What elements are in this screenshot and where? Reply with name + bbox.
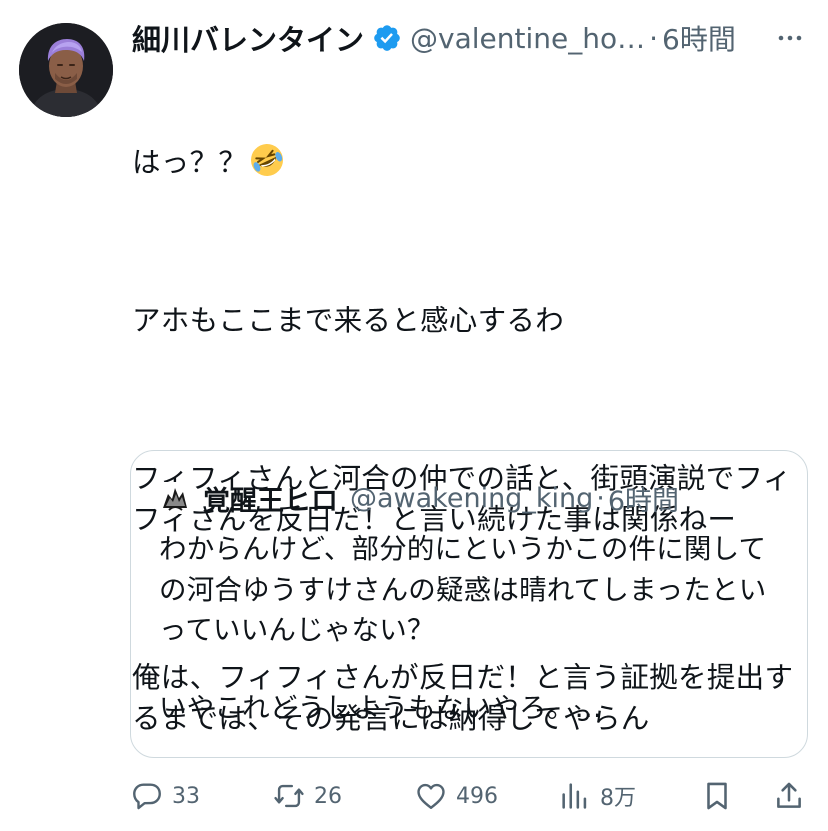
- like-count: 496: [456, 783, 498, 809]
- reply-icon: [133, 783, 161, 810]
- bookmark-button[interactable]: [700, 776, 734, 816]
- reply-count: 33: [172, 783, 200, 809]
- tweet-header: 細川バレンタイン @valentine_ho… · 6時間: [132, 14, 812, 62]
- tweet[interactable]: 細川バレンタイン @valentine_ho… · 6時間 はっ？？ アホもここ…: [0, 0, 828, 831]
- tweet-actions: 33 26 496 8万: [130, 776, 810, 816]
- bookmark-icon: [707, 782, 727, 810]
- quoted-tweet-text: わからんけど、部分的にというかこの件に関しての河合ゆうすけさんの疑惑は晴れてしま…: [159, 529, 779, 728]
- quoted-paragraph: わからんけど、部分的にというかこの件に関しての河合ゆうすけさんの疑惑は晴れてしま…: [159, 533, 767, 646]
- like-button[interactable]: 496: [414, 776, 498, 816]
- retweet-button[interactable]: 26: [272, 776, 342, 816]
- views-button[interactable]: 8万: [558, 776, 636, 816]
- verified-badge-icon: [374, 25, 400, 51]
- rolling-on-floor-laughing-emoji: [251, 144, 284, 176]
- dot-separator: ·: [596, 482, 605, 514]
- share-icon: [777, 782, 801, 808]
- reply-button[interactable]: 33: [130, 776, 200, 816]
- timestamp[interactable]: 6時間: [662, 18, 736, 58]
- quoted-tweet[interactable]: 覚醒王ヒロ @awakening_king · 6時間 わからんけど、部分的にと…: [130, 450, 808, 758]
- quoted-author-name: 覚醒王ヒロ: [203, 485, 338, 517]
- avatar-image: [19, 23, 113, 117]
- avatar[interactable]: [19, 23, 113, 117]
- quoted-author-avatar[interactable]: [159, 482, 191, 514]
- dot-separator: ·: [649, 21, 659, 55]
- retweet-icon: [274, 784, 304, 808]
- quoted-author-handle: @awakening_king: [350, 482, 594, 514]
- views-icon: [562, 783, 587, 809]
- tweet-first-line: はっ？？: [132, 142, 802, 183]
- author-handle[interactable]: @valentine_ho…: [410, 22, 645, 55]
- quoted-paragraph: いやこれどうしようもないやろ。…: [159, 691, 603, 724]
- quoted-tweet-header: 覚醒王ヒロ @awakening_king · 6時間: [159, 473, 679, 523]
- view-count: 8万: [600, 786, 636, 811]
- quoted-timestamp: 6時間: [607, 485, 679, 517]
- share-button[interactable]: [772, 776, 806, 816]
- more-options-icon[interactable]: [774, 22, 806, 54]
- author-name[interactable]: 細川バレンタイン: [132, 17, 364, 59]
- tweet-paragraph: アホもここまで来ると感心するわ: [132, 304, 565, 337]
- like-icon: [417, 783, 445, 809]
- first-line-text: はっ？？: [132, 146, 248, 179]
- retweet-count: 26: [314, 783, 342, 809]
